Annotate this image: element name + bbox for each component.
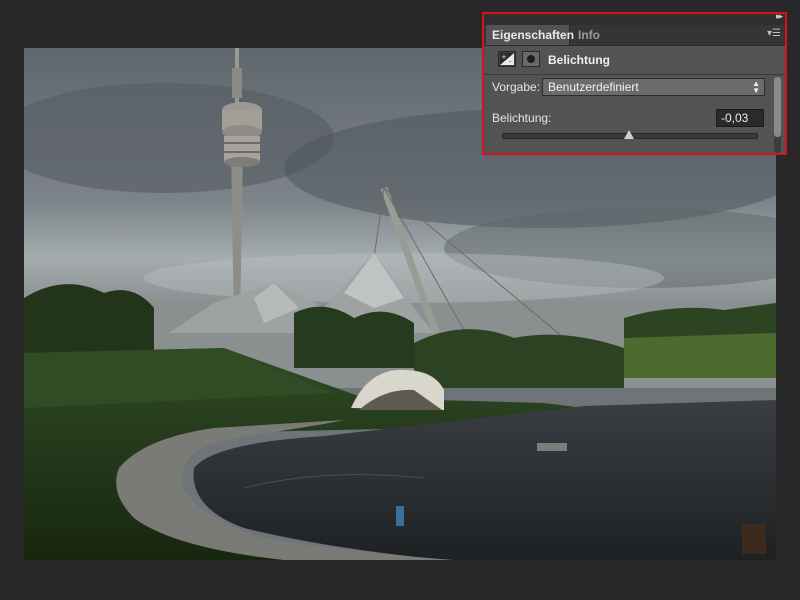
tab-info[interactable]: Info xyxy=(572,25,606,45)
panel-scrollbar[interactable] xyxy=(774,77,781,153)
panel-scrollbar-thumb[interactable] xyxy=(774,77,781,137)
exposure-adjustment-icon[interactable]: + - xyxy=(498,51,516,67)
tab-eigenschaften[interactable]: Eigenschaften xyxy=(486,25,574,45)
select-arrows-icon: ▲ ▼ xyxy=(752,79,760,95)
preset-select[interactable]: Benutzerdefiniert ▲ ▼ xyxy=(542,78,765,96)
exposure-value-field[interactable]: -0,03 xyxy=(716,109,764,127)
panel-tab-bar: Eigenschaften Info ▾☰ xyxy=(484,25,785,46)
collapse-panel-icon[interactable]: ▸▸ xyxy=(776,14,783,22)
svg-text:+: + xyxy=(501,53,507,61)
mask-dot xyxy=(527,55,535,63)
preset-label: Vorgabe: xyxy=(492,80,541,94)
layer-mask-icon[interactable] xyxy=(522,51,540,67)
panel-header: + - Belichtung xyxy=(484,46,785,75)
exposure-slider-thumb[interactable] xyxy=(624,130,635,139)
panel-title: Belichtung xyxy=(548,53,610,67)
panel-menu-icon[interactable]: ▾☰ xyxy=(767,28,781,39)
properties-panel: ▸▸ Eigenschaften Info ▾☰ + - Belichtung … xyxy=(482,12,787,155)
exposure-label: Belichtung: xyxy=(492,111,552,125)
preset-select-value: Benutzerdefiniert xyxy=(548,80,639,94)
panel-top-strip: ▸▸ xyxy=(484,14,785,25)
panel-body: Vorgabe: Benutzerdefiniert ▲ ▼ Belichtung… xyxy=(484,75,785,153)
